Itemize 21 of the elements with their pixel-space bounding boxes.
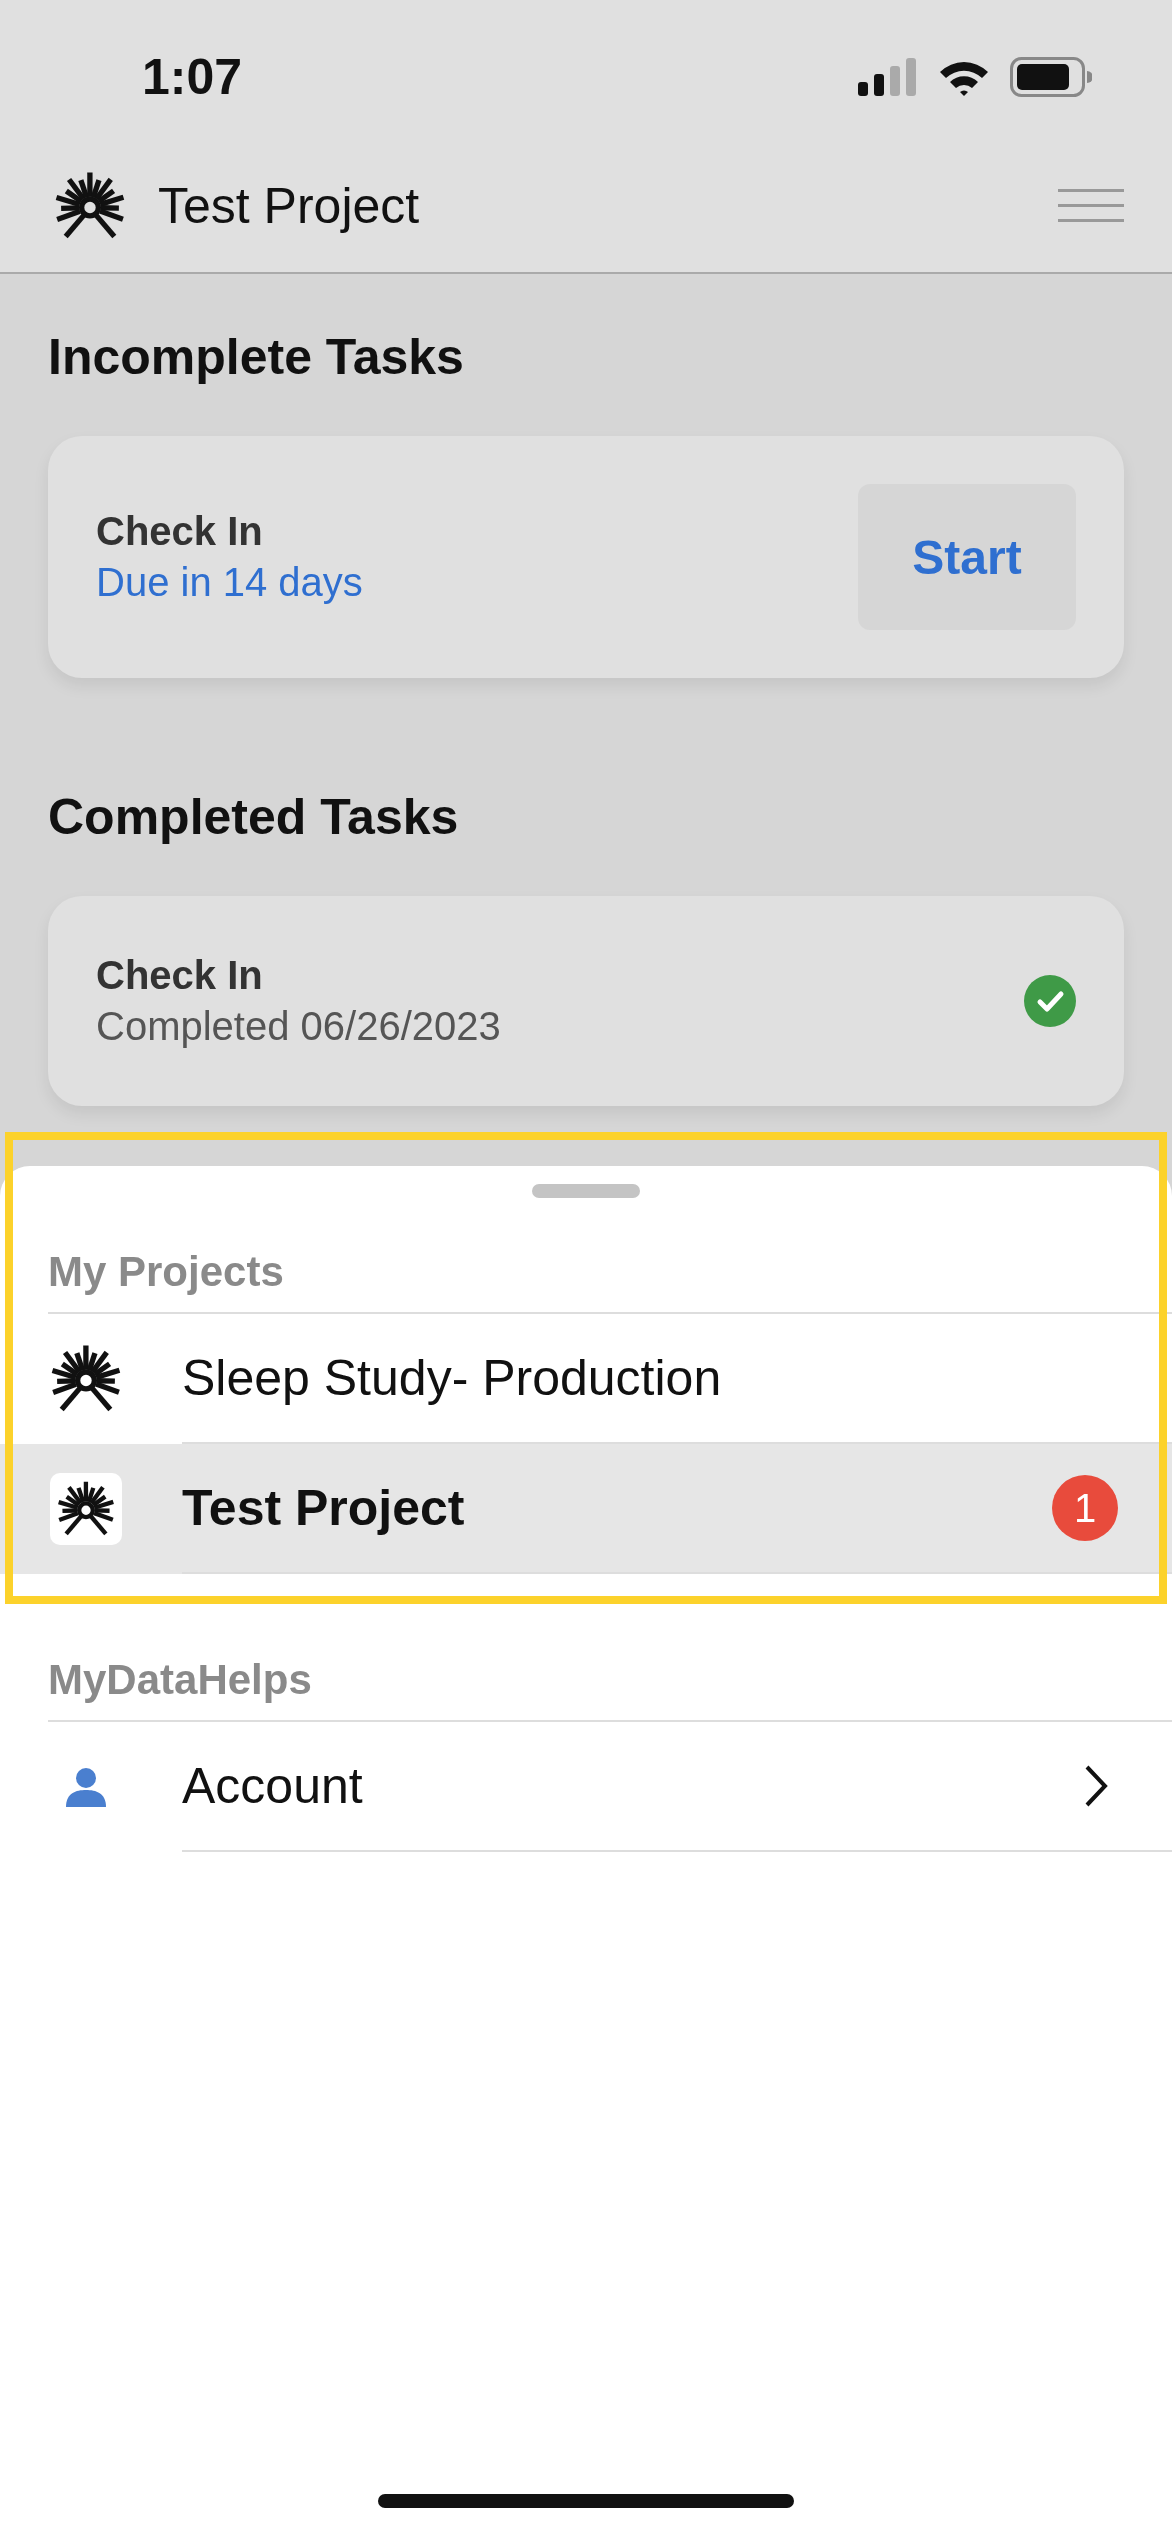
menu-icon[interactable] <box>1058 189 1124 223</box>
list-item[interactable]: Test Project 1 <box>0 1444 1172 1574</box>
section-heading: Incomplete Tasks <box>48 328 465 387</box>
page-title: Test Project <box>158 177 421 235</box>
battery-icon <box>1010 57 1092 97</box>
status-time: 1:07 <box>142 48 243 106</box>
list-item[interactable]: Account <box>0 1722 1172 1852</box>
item-label: Account <box>182 1757 364 1815</box>
sheet-handle[interactable] <box>532 1184 640 1198</box>
signal-icon <box>858 58 918 96</box>
chevron-icon <box>1084 1764 1108 1808</box>
person-icon <box>66 1767 106 1807</box>
item-label: Sleep Study- Production <box>182 1349 723 1407</box>
section-heading: Completed Tasks <box>48 788 460 847</box>
notification-badge: 1 <box>1052 1475 1118 1541</box>
task-completed: Completed 06/26/2023 <box>96 1004 502 1049</box>
task-title: Check In <box>96 953 264 998</box>
task-due: Due in 14 days <box>96 560 364 605</box>
item-label: Test Project <box>182 1479 466 1537</box>
list-item[interactable]: Sleep Study- Production <box>0 1314 1172 1444</box>
task-title: Check In <box>96 509 264 554</box>
